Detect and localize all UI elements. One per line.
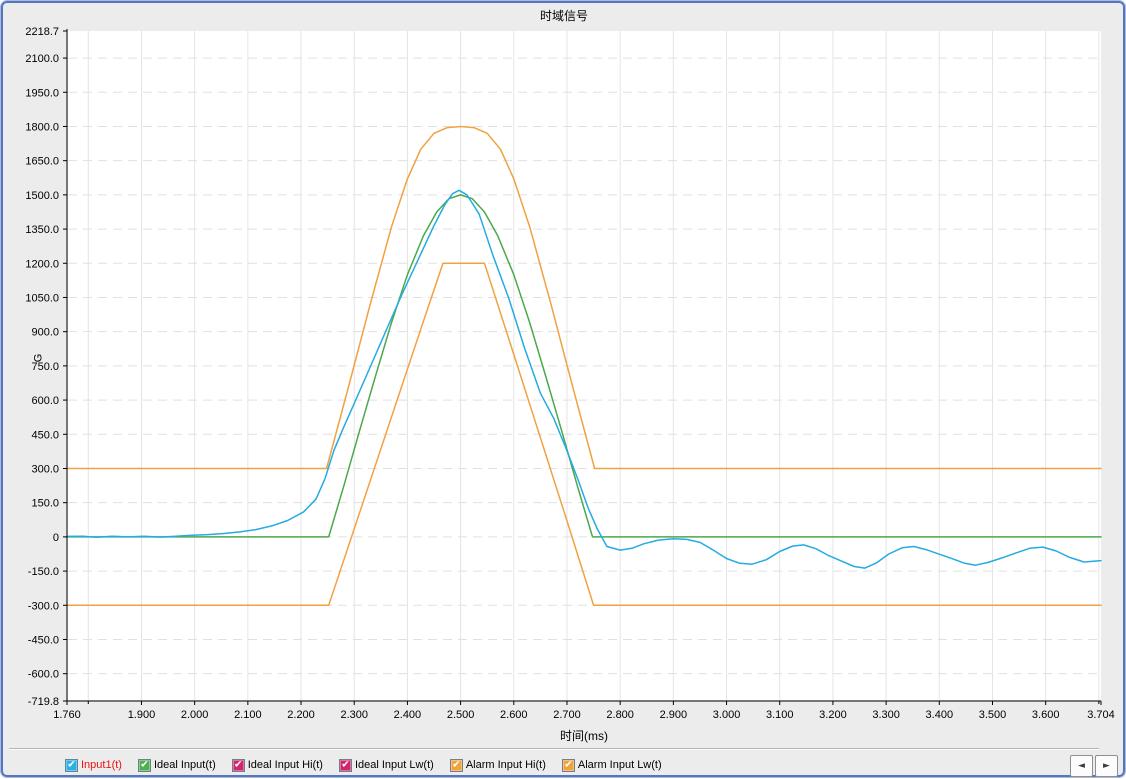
x-tick-label: 1.900 [128,709,156,721]
y-tick-label: -600.0 [28,669,59,681]
signal-viewer-window: 时域信号 2218.7 2100.0 1950.0 1800.0 1650.0 1500.… [0,0,1126,778]
x-tick-label: 2.900 [660,709,688,721]
y-tick-label: -719.8 [28,696,59,708]
y-tick-label: 1650.0 [25,156,59,168]
pan-right-button[interactable]: ► [1095,755,1118,777]
pan-right-icon: ► [1103,761,1110,771]
legend-checkbox[interactable]: ✔ [449,758,463,772]
x-tick-label: 2.300 [340,709,368,721]
check-icon: ✔ [452,759,461,770]
y-tick-label: 1800.0 [25,121,59,133]
x-tick-label: 3.000 [713,709,741,721]
y-tick-label: 1350.0 [25,224,59,236]
y-tick-label: -450.0 [28,634,59,646]
y-tick-label: 450.0 [31,429,59,441]
x-tick-label: 1.760 [53,709,81,721]
y-tick-label: 1500.0 [25,190,59,202]
legend-label: Alarm Input Hi(t) [465,759,546,771]
legend-label: Ideal Input(t) [153,759,216,771]
y-axis-label: G [32,353,45,363]
y-tick-label: -300.0 [28,600,59,612]
y-tick-label: 1200.0 [25,258,59,270]
y-tick-label: 600.0 [31,395,59,407]
y-tick-label: 1050.0 [25,292,59,304]
x-tick-label: 2.100 [234,709,262,721]
y-tick-label: 300.0 [31,463,59,475]
legend-item-ideal-input-hi-t[interactable]: ✔ Ideal Input Hi(t) [231,758,323,772]
y-tick-label: 750.0 [31,361,59,373]
time-domain-chart: 2218.7 2100.0 1950.0 1800.0 1650.0 1500.0 1350… [25,26,1115,721]
legend-item-ideal-input-lw-t[interactable]: ✔ Ideal Input Lw(t) [338,758,434,772]
legend-checkbox[interactable]: ✔ [338,758,352,772]
x-tick-label: 2.200 [287,709,315,721]
legend-label: Ideal Input Hi(t) [247,759,323,771]
check-icon: ✔ [140,759,149,770]
x-tick-label: 2.700 [553,709,581,721]
y-tick-label: 2218.7 [25,26,59,38]
legend-item-alarm-input-lw-t[interactable]: ✔ Alarm Input Lw(t) [561,758,662,772]
check-icon: ✔ [234,759,243,770]
x-tick-label: 3.704 [1087,709,1115,721]
x-axis-label: 时间(ms) [560,729,608,743]
x-tick-label: 3.100 [766,709,794,721]
pan-left-icon: ◄ [1078,761,1085,771]
x-tick-label: 3.300 [872,709,900,721]
x-tick-label: 2.500 [447,709,475,721]
legend-item-input1-t[interactable]: ✔ Input1(t) [65,758,122,772]
check-icon: ✔ [564,759,573,770]
y-tick-label: -150.0 [28,566,59,578]
pan-controls: ◄ ► [1070,755,1118,777]
y-tick-label: 900.0 [31,327,59,339]
x-tick-label: 2.000 [181,709,209,721]
legend-label: Alarm Input Lw(t) [577,759,662,771]
bottom-separator [9,748,1099,750]
y-tick-label: 150.0 [31,498,59,510]
legend-item-ideal-input-t[interactable]: ✔ Ideal Input(t) [137,758,216,772]
legend-checkbox[interactable]: ✔ [137,758,151,772]
x-tick-label: 3.600 [1032,709,1060,721]
check-icon: ✔ [341,759,350,770]
legend-item-alarm-input-hi-t[interactable]: ✔ Alarm Input Hi(t) [449,758,546,772]
legend-checkbox[interactable]: ✔ [561,758,575,772]
legend-checkbox[interactable]: ✔ [65,758,78,772]
y-tick-label: 0 [53,532,59,544]
x-tick-label: 3.500 [979,709,1007,721]
legend: ✔ Input1(t) ✔ Ideal Input(t) ✔ Ideal Input Hi… [65,756,662,774]
legend-label: Ideal Input Lw(t) [354,759,434,771]
x-tick-label: 2.400 [394,709,422,721]
x-tick-label: 3.200 [819,709,847,721]
y-tick-label: 2100.0 [25,53,59,65]
check-icon: ✔ [67,759,76,770]
legend-label: Input1(t) [81,759,122,771]
pan-left-button[interactable]: ◄ [1070,755,1093,777]
x-tick-label: 3.400 [926,709,954,721]
legend-checkbox[interactable]: ✔ [231,758,245,772]
x-tick-label: 2.800 [606,709,634,721]
y-tick-label: 1950.0 [25,87,59,99]
x-tick-label: 2.600 [500,709,528,721]
